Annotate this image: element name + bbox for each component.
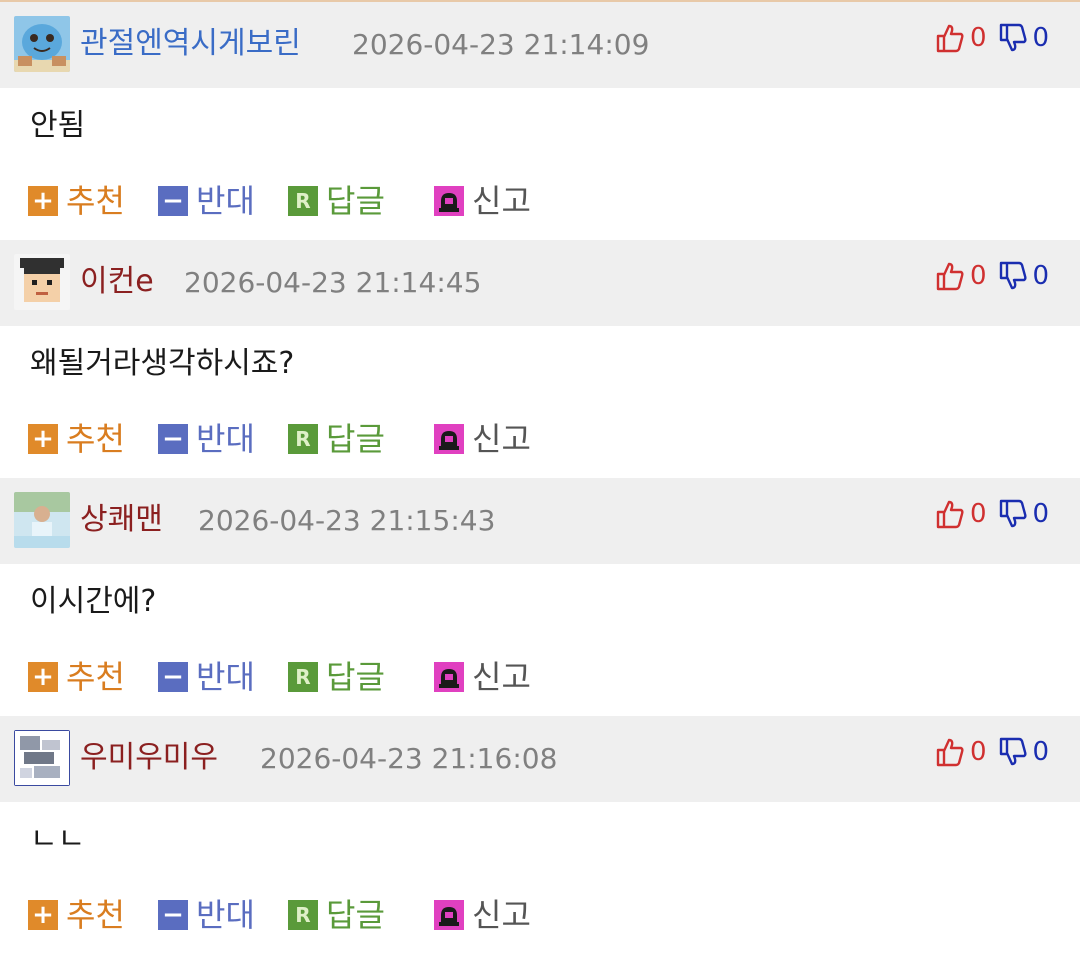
- recommend-label: 추천: [66, 896, 125, 934]
- up-count: 0: [970, 261, 987, 291]
- thumbs-down-icon[interactable]: [997, 736, 1029, 768]
- thumbs-down-icon[interactable]: [997, 22, 1029, 54]
- reply-icon: R: [288, 186, 318, 216]
- plus-icon: +: [28, 662, 58, 692]
- siren-icon: [434, 662, 464, 692]
- report-label: 신고: [472, 658, 531, 696]
- minus-icon: −: [158, 186, 188, 216]
- recommend-button[interactable]: + 추천: [28, 654, 125, 700]
- reply-icon: R: [288, 424, 318, 454]
- thumbs-up-icon[interactable]: [934, 736, 966, 768]
- vote-counts: 0 0: [934, 20, 1049, 56]
- comment-timestamp: 2026-04-23 21:16:08: [260, 742, 558, 775]
- siren-icon: [434, 186, 464, 216]
- down-count: 0: [1032, 23, 1050, 53]
- comment-body: ㄴㄴ: [30, 822, 86, 857]
- siren-icon: [434, 900, 464, 930]
- recommend-button[interactable]: + 추천: [28, 416, 125, 462]
- vote-counts: 0 0: [934, 734, 1049, 770]
- thumbs-up-icon[interactable]: [934, 260, 966, 292]
- comment-item: 이컨e 2026-04-23 21:14:45 0 0 왜될거라생각하시죠? +…: [0, 240, 1080, 478]
- oppose-button[interactable]: − 반대: [158, 654, 255, 700]
- report-label: 신고: [472, 182, 531, 220]
- reply-icon: R: [288, 662, 318, 692]
- avatar[interactable]: [14, 492, 70, 548]
- minus-icon: −: [158, 662, 188, 692]
- reply-button[interactable]: R 답글: [288, 892, 385, 938]
- reply-label: 답글: [326, 420, 385, 458]
- reply-button[interactable]: R 답글: [288, 654, 385, 700]
- recommend-button[interactable]: + 추천: [28, 178, 125, 224]
- report-button[interactable]: 신고: [434, 892, 531, 938]
- recommend-label: 추천: [66, 182, 125, 220]
- comment-actions: + 추천 − 반대 R 답글 신고: [0, 892, 1080, 938]
- oppose-label: 반대: [196, 420, 255, 458]
- plus-icon: +: [28, 900, 58, 930]
- down-count: 0: [1032, 261, 1050, 291]
- comment-body: 이시간에?: [30, 584, 157, 619]
- comment-header: 관절엔역시게보린 2026-04-23 21:14:09 0 0: [0, 2, 1080, 88]
- author-name[interactable]: 이컨e: [80, 262, 154, 302]
- comment-timestamp: 2026-04-23 21:14:45: [184, 266, 482, 299]
- comment-timestamp: 2026-04-23 21:15:43: [198, 504, 496, 537]
- comment-item: 관절엔역시게보린 2026-04-23 21:14:09 0 0 안됨 + 추천…: [0, 2, 1080, 240]
- comment-actions: + 추천 − 반대 R 답글 신고: [0, 416, 1080, 462]
- down-count: 0: [1032, 737, 1050, 767]
- report-label: 신고: [472, 420, 531, 458]
- comment-item: 상쾌맨 2026-04-23 21:15:43 0 0 이시간에? + 추천 −…: [0, 478, 1080, 716]
- oppose-button[interactable]: − 반대: [158, 416, 255, 462]
- oppose-button[interactable]: − 반대: [158, 178, 255, 224]
- thumbs-down-icon[interactable]: [997, 498, 1029, 530]
- vote-counts: 0 0: [934, 496, 1049, 532]
- thumbs-up-icon[interactable]: [934, 498, 966, 530]
- report-button[interactable]: 신고: [434, 654, 531, 700]
- reply-icon: R: [288, 900, 318, 930]
- up-count: 0: [970, 499, 987, 529]
- minus-icon: −: [158, 424, 188, 454]
- thumbs-down-icon[interactable]: [997, 260, 1029, 292]
- comment-timestamp: 2026-04-23 21:14:09: [352, 28, 650, 61]
- plus-icon: +: [28, 424, 58, 454]
- comment-body: 왜될거라생각하시죠?: [30, 346, 295, 381]
- reply-button[interactable]: R 답글: [288, 416, 385, 462]
- up-count: 0: [970, 737, 987, 767]
- minus-icon: −: [158, 900, 188, 930]
- author-name[interactable]: 우미우미우: [80, 738, 218, 778]
- thumbs-up-icon[interactable]: [934, 22, 966, 54]
- reply-label: 답글: [326, 896, 385, 934]
- siren-icon: [434, 424, 464, 454]
- avatar[interactable]: [14, 254, 70, 310]
- recommend-button[interactable]: + 추천: [28, 892, 125, 938]
- author-name[interactable]: 상쾌맨: [80, 500, 163, 540]
- comment-header: 이컨e 2026-04-23 21:14:45 0 0: [0, 240, 1080, 326]
- recommend-label: 추천: [66, 658, 125, 696]
- report-button[interactable]: 신고: [434, 416, 531, 462]
- reply-label: 답글: [326, 658, 385, 696]
- comment-header: 우미우미우 2026-04-23 21:16:08 0 0: [0, 716, 1080, 802]
- oppose-label: 반대: [196, 658, 255, 696]
- comment-actions: + 추천 − 반대 R 답글 신고: [0, 178, 1080, 224]
- avatar[interactable]: [14, 16, 70, 72]
- comment-actions: + 추천 − 반대 R 답글 신고: [0, 654, 1080, 700]
- author-name[interactable]: 관절엔역시게보린: [80, 24, 301, 64]
- reply-label: 답글: [326, 182, 385, 220]
- oppose-label: 반대: [196, 182, 255, 220]
- report-label: 신고: [472, 896, 531, 934]
- plus-icon: +: [28, 186, 58, 216]
- down-count: 0: [1032, 499, 1050, 529]
- reply-button[interactable]: R 답글: [288, 178, 385, 224]
- report-button[interactable]: 신고: [434, 178, 531, 224]
- oppose-button[interactable]: − 반대: [158, 892, 255, 938]
- vote-counts: 0 0: [934, 258, 1049, 294]
- up-count: 0: [970, 23, 987, 53]
- avatar[interactable]: [14, 730, 70, 786]
- comment-header: 상쾌맨 2026-04-23 21:15:43 0 0: [0, 478, 1080, 564]
- oppose-label: 반대: [196, 896, 255, 934]
- comment-body: 안됨: [30, 108, 86, 143]
- comment-item: 우미우미우 2026-04-23 21:16:08 0 0 ㄴㄴ + 추천 − …: [0, 716, 1080, 954]
- recommend-label: 추천: [66, 420, 125, 458]
